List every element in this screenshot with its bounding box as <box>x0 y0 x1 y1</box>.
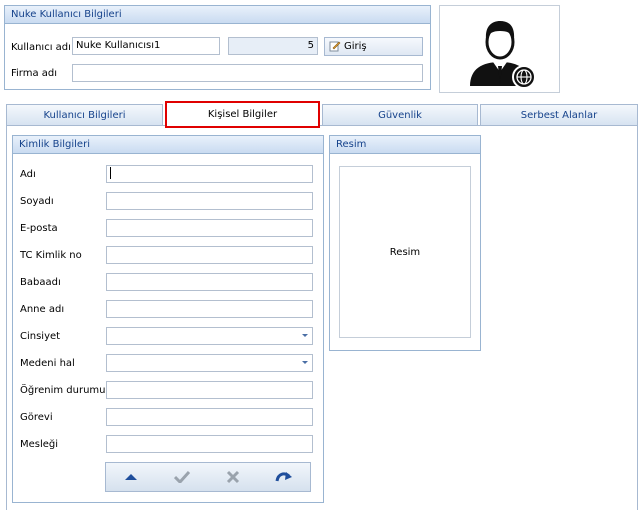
picture-box[interactable]: Resim <box>339 166 471 338</box>
field-input[interactable] <box>106 408 313 426</box>
username-label: Kullanıcı adı <box>11 42 71 53</box>
tab-user-info[interactable]: Kullanıcı Bilgileri <box>6 104 163 125</box>
field-input[interactable] <box>106 381 313 399</box>
field-combo[interactable] <box>106 354 313 372</box>
field-input[interactable] <box>106 435 313 453</box>
field-label: Adı <box>20 169 36 180</box>
field-label: Öğrenim durumu <box>20 385 106 396</box>
confirm-button[interactable] <box>157 463 207 491</box>
user-avatar-icon <box>470 21 536 89</box>
login-button-label: Giriş <box>344 41 367 52</box>
user-id-field: 5 <box>228 37 318 55</box>
field-label: Cinsiyet <box>20 331 61 342</box>
field-label: Anne adı <box>20 304 65 315</box>
company-label: Firma adı <box>11 68 58 79</box>
tab-custom-fields[interactable]: Serbest Alanlar <box>480 104 638 125</box>
tab-security[interactable]: Güvenlik <box>322 104 478 125</box>
field-input[interactable] <box>106 219 313 237</box>
field-label: Soyadı <box>20 196 54 207</box>
identity-group-title: Kimlik Bilgileri <box>13 136 323 154</box>
dropdown-arrow-icon[interactable] <box>302 334 308 337</box>
edit-icon <box>329 41 341 52</box>
field-combo[interactable] <box>106 327 313 345</box>
cross-icon <box>226 470 240 484</box>
field-label: E-posta <box>20 223 58 234</box>
login-button[interactable]: Giriş <box>324 37 423 56</box>
field-input[interactable] <box>106 273 313 291</box>
field-input[interactable] <box>106 165 313 183</box>
field-input[interactable] <box>106 300 313 318</box>
username-input[interactable]: Nuke Kullanıcısı1 <box>72 37 220 55</box>
check-icon <box>174 471 190 483</box>
field-input[interactable] <box>106 246 313 264</box>
record-navigator <box>105 462 311 492</box>
cancel-button[interactable] <box>208 463 258 491</box>
tab-personal-info[interactable]: Kişisel Bilgiler <box>165 101 320 128</box>
field-label: TC Kimlik no <box>20 250 82 261</box>
field-label: Görevi <box>20 412 53 423</box>
picture-group-title: Resim <box>330 136 480 154</box>
company-input[interactable] <box>72 64 423 82</box>
refresh-button[interactable] <box>259 463 309 491</box>
text-caret <box>110 167 111 179</box>
user-photo[interactable] <box>439 5 560 93</box>
nav-up-button[interactable] <box>106 463 156 491</box>
field-input[interactable] <box>106 192 313 210</box>
user-info-group-title: Nuke Kullanıcı Bilgileri <box>5 6 430 24</box>
user-info-group: Nuke Kullanıcı Bilgileri Kullanıcı adı N… <box>4 5 431 90</box>
picture-placeholder: Resim <box>389 246 421 258</box>
redo-icon <box>275 472 292 482</box>
field-label: Mesleği <box>20 439 59 450</box>
field-label: Medeni hal <box>20 358 75 369</box>
dropdown-arrow-icon[interactable] <box>302 361 308 364</box>
field-label: Babaadı <box>20 277 61 288</box>
arrow-up-icon <box>125 474 137 480</box>
